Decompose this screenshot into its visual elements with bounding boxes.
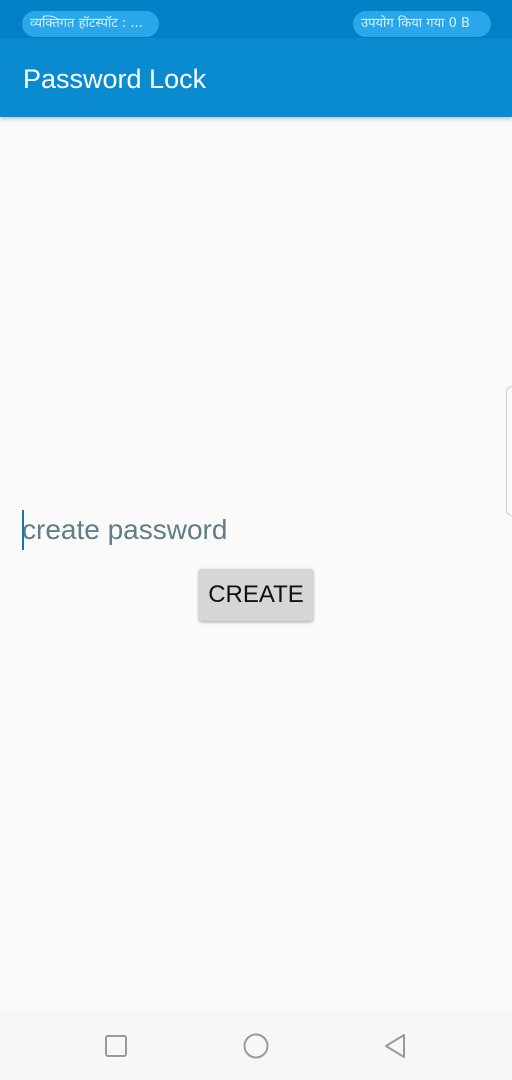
side-edge-handle[interactable]	[506, 386, 512, 516]
create-button[interactable]: CREATE	[199, 569, 313, 621]
create-password-input[interactable]	[22, 508, 492, 552]
recent-apps-icon[interactable]	[102, 1032, 130, 1060]
text-cursor	[22, 510, 24, 550]
app-title: Password Lock	[23, 64, 207, 94]
hotspot-status-pill: व्यक्तिगत हॉटस्पॉट : ...	[22, 11, 159, 37]
back-icon[interactable]	[382, 1032, 410, 1060]
data-usage-pill: उपयोग किया गया 0 B	[353, 11, 491, 37]
home-icon[interactable]	[242, 1032, 270, 1060]
